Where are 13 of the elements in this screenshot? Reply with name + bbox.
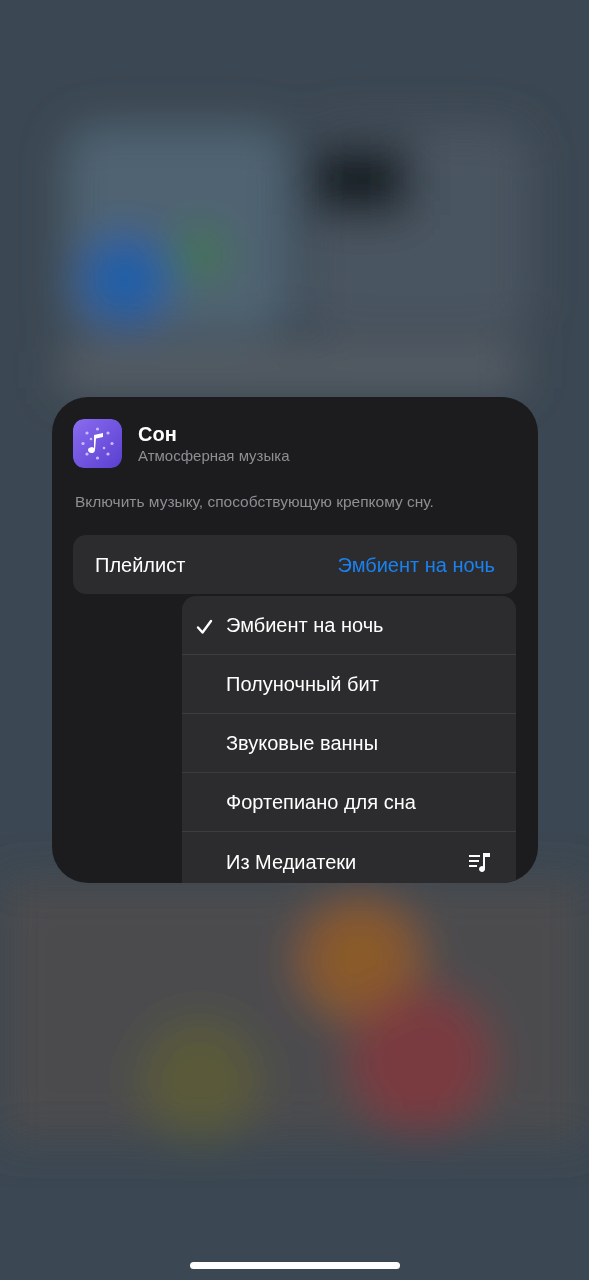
menu-item[interactable]: Эмбиент на ночь [182, 596, 516, 656]
parameter-value[interactable]: Эмбиент на ночь [337, 549, 495, 580]
home-indicator[interactable] [190, 1262, 400, 1269]
parameter-label: Плейлист [95, 552, 186, 578]
shortcut-title: Сон [138, 421, 178, 446]
shortcut-subtitle: Атмосферная музыка [138, 445, 290, 466]
menu-item[interactable]: Из Медиатеки [182, 832, 516, 883]
shortcut-description: Включить музыку, способствующую крепкому сну. [75, 492, 435, 512]
menu-item[interactable]: Полуночный бит [182, 655, 516, 715]
menu-item[interactable]: Звуковые ванны [182, 714, 516, 774]
playlist-parameter[interactable]: Плейлист Эмбиент на ночь [73, 535, 517, 595]
menu-item[interactable]: Фортепиано для сна [182, 773, 516, 833]
music-app-icon [73, 419, 122, 468]
